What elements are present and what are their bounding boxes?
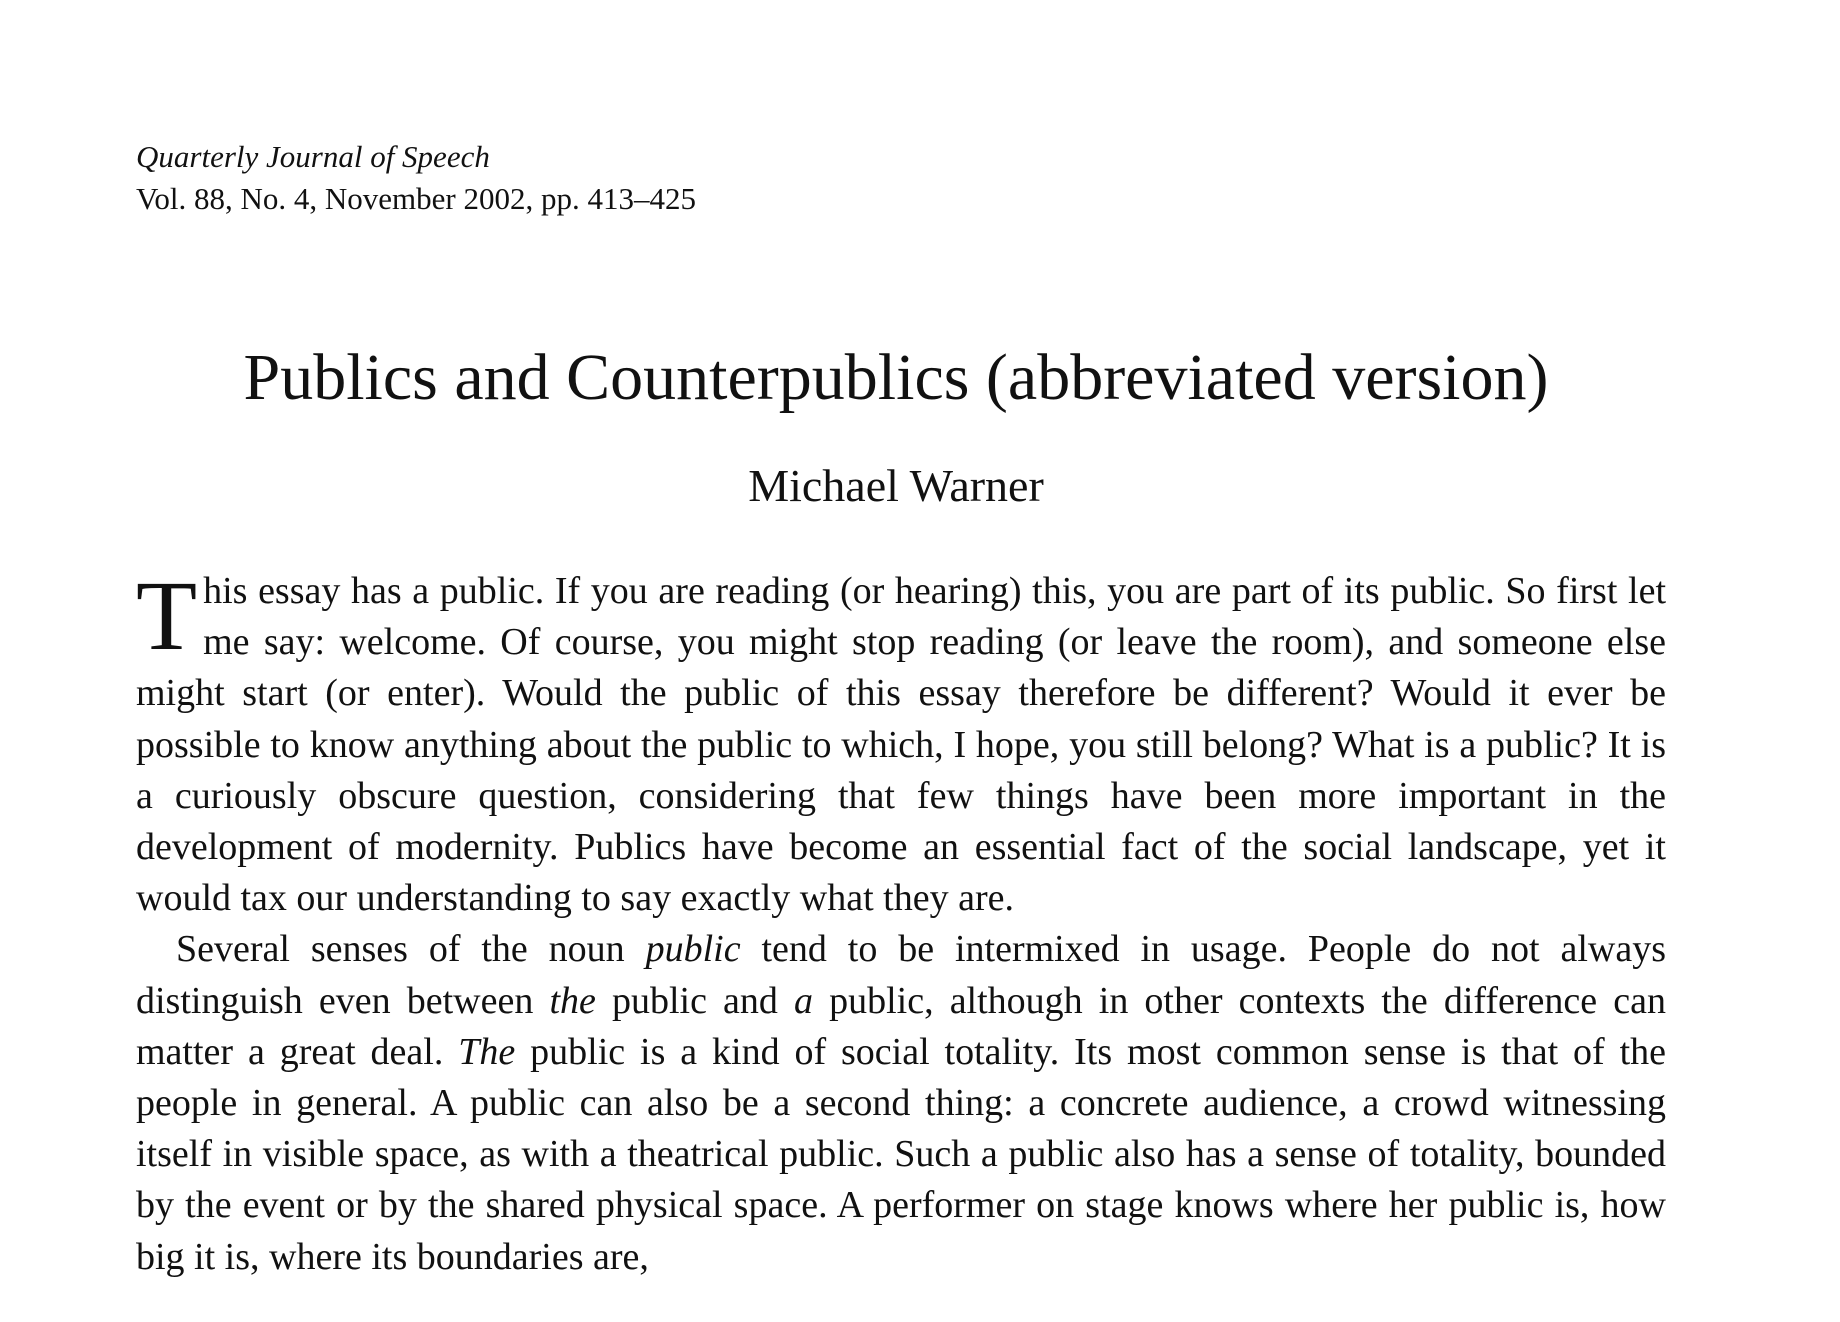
article-body: This essay has a public. If you are read… bbox=[136, 566, 1666, 1283]
paragraph-2-segment: Several senses of the noun bbox=[176, 928, 646, 971]
italic-term-the-capital: The bbox=[458, 1030, 516, 1073]
journal-name: Quarterly Journal of Speech bbox=[136, 139, 490, 174]
drop-cap: T bbox=[136, 560, 198, 671]
body-paragraph-1: This essay has a public. If you are read… bbox=[136, 566, 1666, 924]
journal-citation: Vol. 88, No. 4, November 2002, pp. 413–4… bbox=[136, 181, 696, 216]
article-title: Publics and Counterpublics (abbreviated … bbox=[243, 341, 1549, 414]
paragraph-1-text: his essay has a public. If you are readi… bbox=[136, 570, 1666, 920]
article-page: Quarterly Journal of Speech Vol. 88, No.… bbox=[0, 0, 1840, 1322]
paragraph-2-segment: public and bbox=[595, 979, 795, 1022]
italic-term-the: the bbox=[549, 979, 596, 1022]
journal-header: Quarterly Journal of Speech Vol. 88, No.… bbox=[136, 136, 1036, 220]
article-author: Michael Warner bbox=[748, 460, 1044, 511]
italic-term-public: public bbox=[645, 928, 741, 971]
italic-term-a: a bbox=[794, 979, 814, 1022]
body-paragraph-2: Several senses of the noun public tend t… bbox=[136, 924, 1666, 1282]
